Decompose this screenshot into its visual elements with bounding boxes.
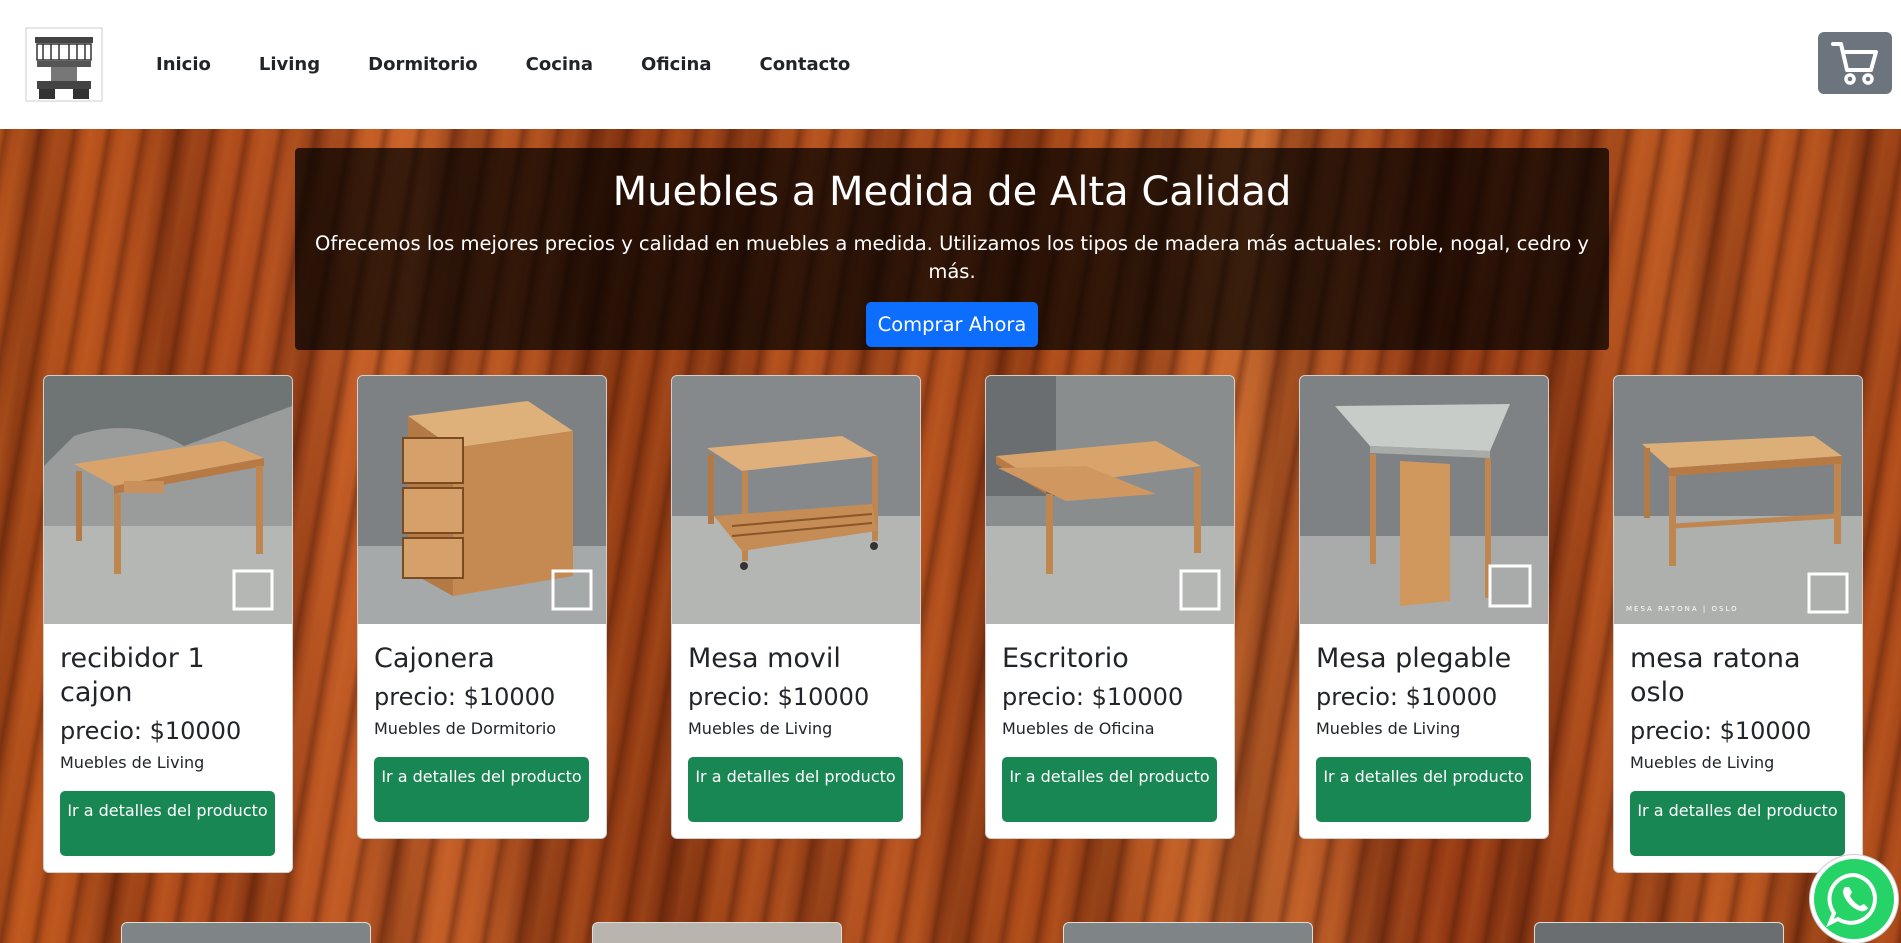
product-card: Mesa movil precio: $10000 Muebles de Liv…: [671, 375, 921, 839]
product-card: Escritorio precio: $10000 Muebles de Ofi…: [985, 375, 1235, 839]
product-image: [358, 376, 606, 624]
product-category: Muebles de Living: [688, 719, 833, 738]
product-title: Mesa plegable: [1316, 643, 1512, 674]
hero-subtitle: Ofrecemos los mejores precios y calidad …: [315, 232, 1589, 283]
nav-links: Inicio Living Dormitorio Cocina Oficina …: [156, 52, 898, 78]
whatsapp-button[interactable]: [1810, 855, 1898, 943]
product-title: Escritorio: [1002, 643, 1129, 674]
product-card: Mesa plegable precio: $10000 Muebles de …: [1299, 375, 1549, 839]
product-price: precio: $10000: [688, 683, 870, 711]
product-details-button[interactable]: Ir a detalles del producto: [1002, 757, 1217, 822]
product-details-button[interactable]: Ir a detalles del producto: [1630, 791, 1845, 856]
product-card-partial: [1063, 922, 1313, 943]
product-card: recibidor 1 cajon precio: $10000 Muebles…: [43, 375, 293, 873]
navbar: Inicio Living Dormitorio Cocina Oficina …: [0, 0, 1901, 129]
product-image: [44, 376, 292, 624]
nav-link-dormitorio[interactable]: Dormitorio: [368, 52, 478, 78]
product-details-button[interactable]: Ir a detalles del producto: [1316, 757, 1531, 822]
product-card-partial: [1534, 922, 1784, 943]
product-price: precio: $10000: [1316, 683, 1498, 711]
cart-icon: [1831, 42, 1878, 85]
logo-icon[interactable]: [25, 27, 103, 102]
product-category: Muebles de Living: [1316, 719, 1461, 738]
nav-link-cocina[interactable]: Cocina: [526, 52, 593, 78]
product-image: [1300, 376, 1548, 624]
product-card: Cajonera precio: $10000 Muebles de Dormi…: [357, 375, 607, 839]
product-details-button[interactable]: Ir a detalles del producto: [688, 757, 903, 822]
nav-link-inicio[interactable]: Inicio: [156, 52, 211, 78]
buy-now-button[interactable]: Comprar Ahora: [865, 302, 1039, 347]
product-image: MESA RATONA | OSLO: [1614, 376, 1862, 624]
product-title: Cajonera: [374, 643, 495, 674]
product-card: MESA RATONA | OSLO mesa ratona oslo prec…: [1613, 375, 1863, 873]
product-title: recibidor 1 cajon: [60, 643, 205, 708]
hero-banner: Muebles a Medida de Alta Calidad Ofrecem…: [295, 148, 1609, 350]
product-price: precio: $10000: [1002, 683, 1184, 711]
hero-title: Muebles a Medida de Alta Calidad: [612, 169, 1292, 215]
product-category: Muebles de Living: [60, 753, 205, 772]
product-details-button[interactable]: Ir a detalles del producto: [60, 791, 275, 856]
product-card-partial: [592, 922, 842, 943]
product-title: Mesa movil: [688, 643, 841, 674]
whatsapp-icon: [1826, 872, 1877, 928]
product-image-caption: MESA RATONA | OSLO: [1626, 605, 1739, 613]
product-category: Muebles de Living: [1630, 753, 1775, 772]
product-category: Muebles de Dormitorio: [374, 719, 557, 738]
nav-link-living[interactable]: Living: [259, 52, 320, 78]
cart-button[interactable]: [1818, 32, 1892, 94]
product-price: precio: $10000: [60, 717, 242, 745]
product-title: mesa ratona oslo: [1630, 643, 1801, 708]
product-details-button[interactable]: Ir a detalles del producto: [374, 757, 589, 822]
product-image: [672, 376, 920, 624]
product-price: precio: $10000: [1630, 717, 1812, 745]
nav-link-contacto[interactable]: Contacto: [759, 52, 850, 78]
product-category: Muebles de Oficina: [1002, 719, 1155, 738]
product-card-partial: [121, 922, 371, 943]
nav-link-oficina[interactable]: Oficina: [641, 52, 711, 78]
product-image: [986, 376, 1234, 624]
product-price: precio: $10000: [374, 683, 556, 711]
